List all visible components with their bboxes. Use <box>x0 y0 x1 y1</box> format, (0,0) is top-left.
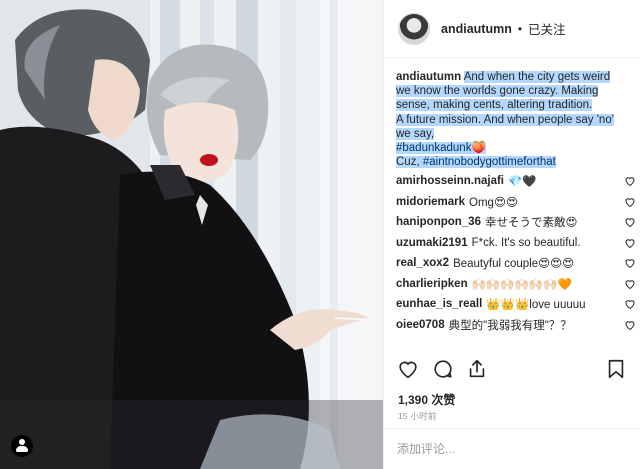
comment-like-heart-icon[interactable] <box>624 319 636 331</box>
add-comment-bar <box>384 428 640 469</box>
comment-text: Omg😍😍 <box>469 196 518 209</box>
comment-item: uzumaki2191 F*ck. It's so beautiful. <box>396 233 636 254</box>
comment-username[interactable]: real_xox2 <box>396 257 449 269</box>
tagged-user-icon[interactable] <box>11 435 33 457</box>
hashtag-link[interactable]: #badunkadunk <box>396 142 472 155</box>
bookmark-icon[interactable] <box>605 358 627 380</box>
comment-username[interactable]: oiee0708 <box>396 319 445 331</box>
comment-username[interactable]: amirhosseinn.najafi <box>396 175 504 187</box>
comment-item: real_xox2 Beautyful couple😍😍😍 <box>396 253 636 274</box>
comment-like-heart-icon[interactable] <box>624 278 636 290</box>
comment-item: amirhosseinn.najafi 💎🖤 <box>396 171 636 192</box>
avatar[interactable] <box>398 12 430 45</box>
hashtag-link[interactable]: #aintnobodygottimeforthat <box>422 156 556 169</box>
comment-like-heart-icon[interactable] <box>624 298 636 310</box>
comment-username[interactable]: haniponpon_36 <box>396 216 481 228</box>
share-icon[interactable] <box>466 358 488 380</box>
post-timestamp[interactable]: 15 小时前 <box>398 410 437 422</box>
comment-like-heart-icon[interactable] <box>624 196 636 208</box>
comment-item: midoriemark Omg😍😍 <box>396 192 636 213</box>
comment-text: Beautyful couple😍😍😍 <box>453 258 575 271</box>
comment-text: 🙌🏻🙌🏻🙌🏻🙌🏻🙌🏻🙌🏻🧡 <box>471 278 572 291</box>
following-button[interactable]: 已关注 <box>528 19 566 38</box>
comment-item: oiee0708 典型的"我弱我有理"？？ <box>396 315 636 336</box>
caption-line-last: Cuz, <box>396 156 423 169</box>
comment-username[interactable]: uzumaki2191 <box>396 237 468 249</box>
peach-emoji: 🍑 <box>471 142 486 155</box>
caption-line-1: And when the city gets weird <box>463 71 611 83</box>
comment-username[interactable]: charlieripken <box>396 278 468 290</box>
comment-like-heart-icon[interactable] <box>624 216 636 228</box>
comment-item: charlieripken 🙌🏻🙌🏻🙌🏻🙌🏻🙌🏻🙌🏻🧡 <box>396 274 636 295</box>
caption-line-2: we know the worlds gone crazy. Making <box>396 85 599 98</box>
caption-line-3: sense, making cents, altering tradition. <box>396 99 593 112</box>
comment-item: haniponpon_36 幸せそうで素敵😍 <box>396 212 636 233</box>
post-header: andiautumn • 已关注 <box>384 0 640 58</box>
comment-like-heart-icon[interactable] <box>624 257 636 269</box>
photo-image <box>0 0 383 469</box>
comment-text: 典型的"我弱我有理"？？ <box>448 319 572 332</box>
comment-like-heart-icon[interactable] <box>624 175 636 187</box>
heart-icon[interactable] <box>397 358 419 380</box>
post-sidebar: andiautumn • 已关注 andiautumn And when the… <box>383 0 640 469</box>
comment-text: 💎🖤 <box>508 176 537 189</box>
comment-text: F*ck. It's so beautiful. <box>471 236 581 249</box>
post-photo[interactable] <box>0 0 383 469</box>
caption-line-4: A future mission. And when people say 'n… <box>396 113 614 126</box>
caption-line-5: we say, <box>396 127 435 140</box>
comment-text: 幸せそうで素敵😍 <box>484 217 578 230</box>
post-caption: andiautumn And when the city gets weird … <box>396 70 631 169</box>
like-count[interactable]: 1,390 次赞 <box>398 391 455 408</box>
separator-dot: • <box>517 21 523 36</box>
comment-like-heart-icon[interactable] <box>624 237 636 249</box>
add-comment-input[interactable] <box>397 439 622 459</box>
header-username[interactable]: andiautumn <box>441 22 512 36</box>
comment-username[interactable]: eunhae_is_reall <box>396 298 482 310</box>
comment-list: amirhosseinn.najafi 💎🖤 midoriemark Omg😍😍… <box>396 171 636 335</box>
comment-text: 👑👑👑love uuuuu <box>486 299 586 312</box>
comment-item: eunhae_is_reall 👑👑👑love uuuuu <box>396 294 636 315</box>
comment-icon[interactable] <box>432 358 454 380</box>
caption-username[interactable]: andiautumn <box>396 71 461 83</box>
action-bar <box>384 350 640 388</box>
comment-username[interactable]: midoriemark <box>396 196 465 208</box>
